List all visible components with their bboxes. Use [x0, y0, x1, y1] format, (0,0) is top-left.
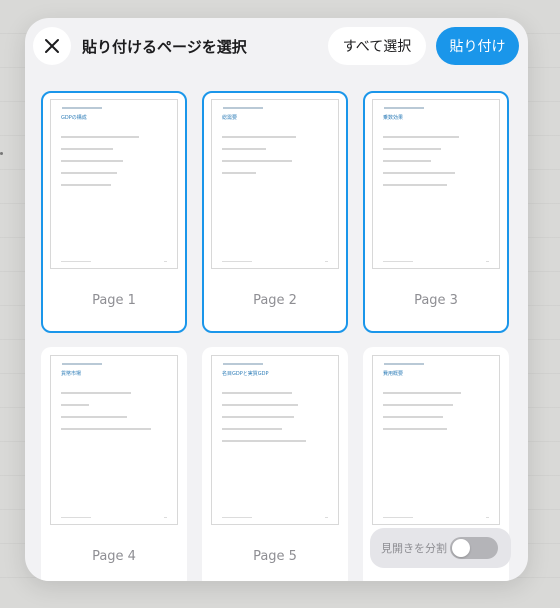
page-label: Page 4 [92, 549, 136, 564]
page-card-3[interactable]: 乗数効果 Page 3 [363, 91, 509, 333]
page-heading: GDPの構成 [61, 115, 87, 121]
page-label: Page 1 [92, 293, 136, 308]
page-select-modal: GDPの構成 Page 1 総需要 Page 2 乗数効果 Page 3 貨幣市… [25, 18, 528, 581]
close-icon [45, 39, 59, 53]
select-all-button[interactable]: すべて選択 [328, 27, 426, 65]
page-thumbnail: 貨幣市場 [50, 355, 178, 525]
page-heading: 名目GDPと実質GDP [222, 371, 269, 377]
background-mark [0, 152, 3, 155]
page-label: Page 2 [253, 293, 297, 308]
page-thumbnail: 総需要 [211, 99, 339, 269]
page-heading: 費用概要 [383, 371, 404, 377]
paste-button[interactable]: 貼り付け [436, 27, 519, 65]
page-heading: 総需要 [222, 115, 238, 121]
modal-header: 貼り付けるページを選択 すべて選択 貼り付け [25, 18, 528, 76]
page-card-1[interactable]: GDPの構成 Page 1 [41, 91, 187, 333]
toggle-knob [452, 539, 470, 557]
split-spread-control: 見開きを分割 [370, 528, 511, 568]
page-heading: 貨幣市場 [61, 371, 82, 377]
split-spread-toggle[interactable] [450, 537, 498, 559]
page-grid: GDPの構成 Page 1 総需要 Page 2 乗数効果 Page 3 貨幣市… [25, 18, 528, 581]
page-thumbnail: 費用概要 [372, 355, 500, 525]
page-thumbnail: GDPの構成 [50, 99, 178, 269]
split-spread-label: 見開きを分割 [381, 542, 447, 555]
page-card-2[interactable]: 総需要 Page 2 [202, 91, 348, 333]
page-thumbnail: 名目GDPと実質GDP [211, 355, 339, 525]
page-thumbnail: 乗数効果 [372, 99, 500, 269]
modal-title: 貼り付けるページを選択 [82, 38, 247, 56]
page-heading: 乗数効果 [383, 115, 404, 121]
page-card-4[interactable]: 貨幣市場 Page 4 [41, 347, 187, 581]
page-label: Page 3 [414, 293, 458, 308]
page-label: Page 5 [253, 549, 297, 564]
close-button[interactable] [33, 27, 71, 65]
page-card-5[interactable]: 名目GDPと実質GDP Page 5 [202, 347, 348, 581]
